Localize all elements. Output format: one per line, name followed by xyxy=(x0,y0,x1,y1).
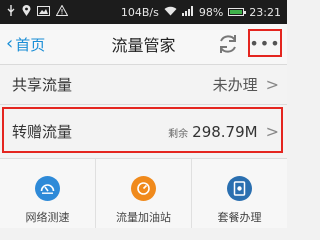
speed-test-icon xyxy=(35,176,60,201)
chevron-right-icon: > xyxy=(265,75,279,94)
battery-icon xyxy=(228,8,247,16)
tile-traffic-station[interactable]: 流量加油站 xyxy=(96,159,192,228)
gauge-icon xyxy=(131,176,156,201)
refresh-icon xyxy=(220,35,236,53)
tile-speed-test[interactable]: 网络测速 xyxy=(0,159,96,228)
refresh-button[interactable] xyxy=(216,32,240,56)
row-label: 转赠流量 xyxy=(12,122,73,141)
signal-icon xyxy=(181,5,194,19)
remain-value: 298.79M xyxy=(192,122,258,141)
battery-percent: 98% xyxy=(198,5,224,19)
nav-bar: ‹ 首页 流量管家 ••• xyxy=(0,24,287,65)
back-button[interactable]: ‹ 首页 xyxy=(0,34,45,55)
remain-label: 剩余 xyxy=(168,128,189,140)
plan-icon xyxy=(227,176,252,201)
tile-label: 套餐办理 xyxy=(217,211,262,224)
usb-icon xyxy=(6,4,16,20)
warning-icon xyxy=(55,4,69,19)
location-icon xyxy=(22,4,31,20)
gift-traffic-row[interactable]: 转赠流量 剩余 298.79M > xyxy=(0,105,287,157)
row-label: 共享流量 xyxy=(12,76,73,94)
service-grid: 网络测速 流量加油站 套餐办理 xyxy=(0,158,287,228)
more-button[interactable]: ••• xyxy=(248,29,282,57)
shared-traffic-row[interactable]: 共享流量 未办理 > xyxy=(0,65,287,105)
network-speed: 104B/s xyxy=(120,5,159,19)
image-icon xyxy=(37,5,50,19)
status-bar: 104B/s 98% 23:21 xyxy=(0,0,287,24)
clock: 23:21 xyxy=(249,5,281,19)
tile-plan[interactable]: 套餐办理 xyxy=(192,159,287,228)
row-status: 未办理 xyxy=(212,76,258,94)
wifi-icon xyxy=(164,6,177,19)
chevron-right-icon: > xyxy=(265,121,279,141)
more-icon: ••• xyxy=(249,33,281,53)
tile-label: 流量加油站 xyxy=(116,211,171,224)
tile-label: 网络测速 xyxy=(25,211,70,224)
chevron-left-icon: ‹ xyxy=(6,33,14,54)
back-label: 首页 xyxy=(15,35,46,54)
